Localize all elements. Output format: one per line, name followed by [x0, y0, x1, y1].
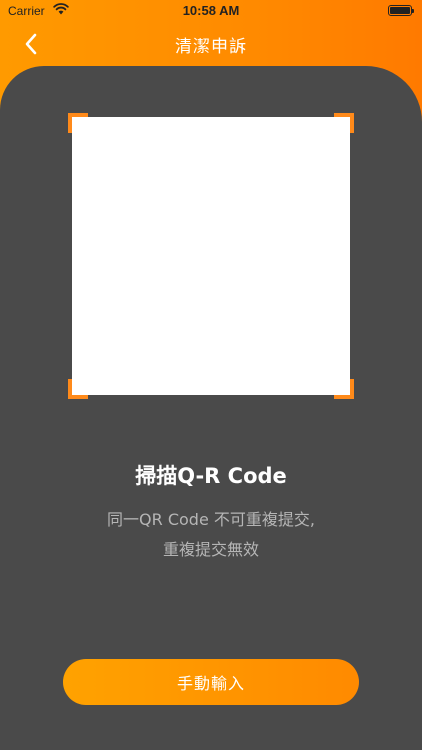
- clock: 10:58 AM: [182, 3, 240, 18]
- scan-note: 同一QR Code 不可重複提交, 重複提交無效: [0, 505, 422, 565]
- status-bar: Carrier 10:58 AM: [0, 0, 422, 22]
- scanner-corner-bottom-left: [68, 379, 88, 399]
- scanner-corner-top-right: [334, 113, 354, 133]
- page-title: 清潔申訴: [175, 37, 247, 57]
- scanner-corner-bottom-right: [334, 379, 354, 399]
- scan-note-line1: 同一QR Code 不可重複提交,: [107, 510, 315, 529]
- scanner-corner-top-left: [68, 113, 88, 133]
- qr-scan-area: [72, 117, 350, 395]
- battery-icon: [388, 5, 414, 16]
- qr-scanner-frame: [68, 113, 354, 399]
- scan-note-line2: 重複提交無效: [162, 540, 259, 559]
- navigation-bar: 清潔申訴: [0, 22, 422, 66]
- scan-title: 掃描Q-R Code: [135, 464, 287, 488]
- manual-input-button[interactable]: 手動輸入: [63, 659, 359, 705]
